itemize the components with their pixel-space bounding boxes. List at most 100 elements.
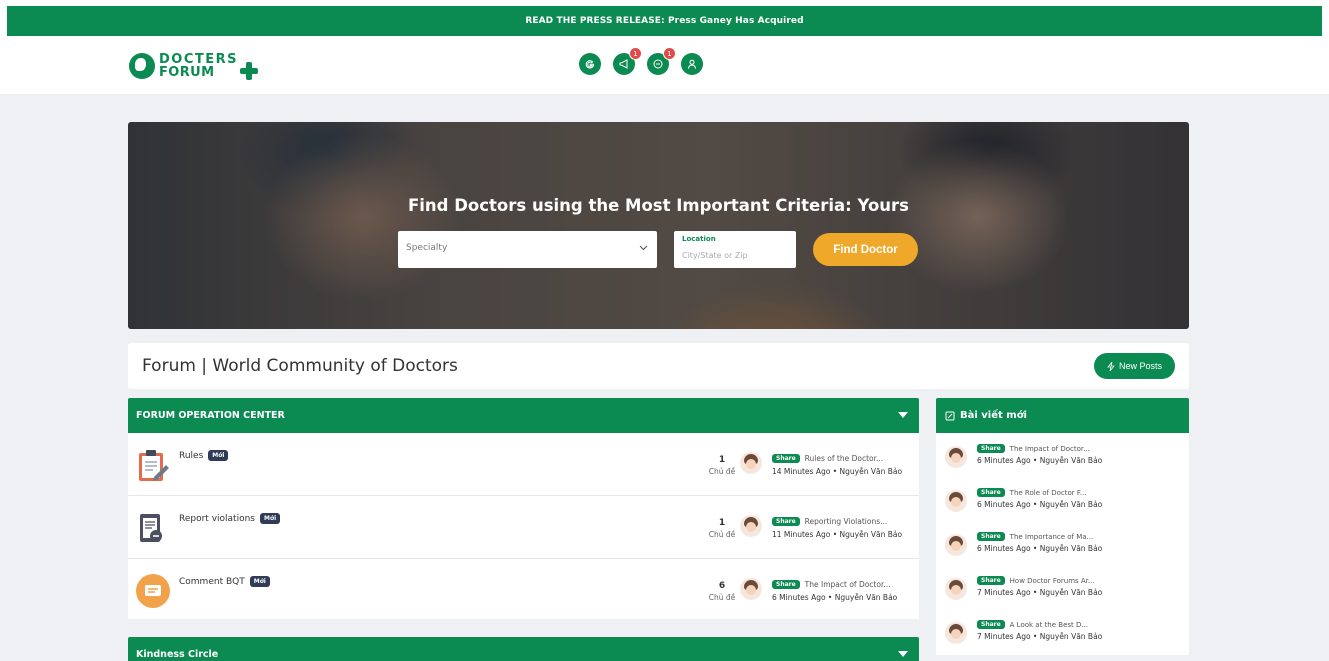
last-post-time: 6 Minutes Ago <box>772 593 826 602</box>
find-doctor-button[interactable]: Find Doctor <box>813 233 918 266</box>
messages-button[interactable]: 1 <box>647 47 676 75</box>
location-input[interactable]: Location City/State or Zip <box>674 231 796 268</box>
location-placeholder: City/State or Zip <box>682 251 748 260</box>
share-tag: Share <box>772 580 800 589</box>
specialty-select[interactable]: Specialty <box>398 231 657 268</box>
last-post-author[interactable]: Nguyễn Văn Bảo <box>835 593 898 602</box>
comment-bubble-icon <box>136 574 170 608</box>
topic-count: 1 Chủ đề <box>708 518 736 539</box>
avatar[interactable] <box>945 446 967 468</box>
last-post-title[interactable]: Reporting Violations... <box>805 517 888 526</box>
last-post: Share Rules of the Doctor... 14 Minutes A… <box>772 454 903 476</box>
post-author[interactable]: Nguyễn Văn Bảo <box>1040 500 1103 509</box>
avatar[interactable] <box>740 578 762 600</box>
avatar[interactable] <box>945 578 967 600</box>
announcements-button[interactable]: 1 <box>613 47 642 75</box>
last-post-title[interactable]: The Impact of Doctor... <box>805 580 891 589</box>
new-badge: Mới <box>249 576 270 587</box>
last-post-title[interactable]: Rules of the Doctor... <box>805 454 884 463</box>
last-post: Share Reporting Violations... 11 Minutes … <box>772 517 903 539</box>
hero-title: Find Doctors using the Most Important Cr… <box>407 196 909 215</box>
forum-row-report-violations[interactable]: Report violations Mới 1 Chủ đề Share Repo… <box>128 496 919 559</box>
clipboard-rules-icon <box>139 450 169 481</box>
post-time: 7 Minutes Ago <box>977 632 1031 641</box>
collapse-triangle-icon[interactable] <box>898 651 908 657</box>
forum-name[interactable]: Comment BQT <box>179 577 245 587</box>
share-tag: Share <box>977 444 1005 453</box>
last-post-time: 11 Minutes Ago <box>772 530 831 539</box>
announcements-badge: 1 <box>629 47 642 60</box>
lightning-icon <box>1107 361 1115 371</box>
avatar[interactable] <box>945 534 967 556</box>
megaphone-icon <box>619 59 628 69</box>
user-icon <box>688 59 696 69</box>
header-actions: 1 1 <box>579 47 703 75</box>
topic-count: 1 Chủ đề <box>708 455 736 476</box>
post-author[interactable]: Nguyễn Văn Bảo <box>1040 632 1103 641</box>
topic-count: 6 Chủ đề <box>708 581 736 602</box>
share-tag: Share <box>977 576 1005 585</box>
share-tag: Share <box>977 620 1005 629</box>
last-post-author[interactable]: Nguyễn Văn Bảo <box>840 467 903 476</box>
globe-icon <box>129 53 155 79</box>
section-header-operation-center[interactable]: FORUM OPERATION CENTER <box>128 398 919 433</box>
post-title[interactable]: A Look at the Best D... <box>1010 621 1088 629</box>
medical-cross-icon <box>240 62 259 80</box>
post-author[interactable]: Nguyễn Văn Bảo <box>1040 588 1103 597</box>
last-post-author[interactable]: Nguyễn Văn Bảo <box>840 530 903 539</box>
edit-document-icon <box>945 411 955 420</box>
sidebar-header: Bài viết mới <box>936 398 1189 433</box>
logo-line-2: FORUM <box>159 65 215 80</box>
forum-row-rules[interactable]: Rules Mới 1 Chủ đề Share Rules of the Doc… <box>128 433 919 496</box>
location-label: Location <box>682 235 716 243</box>
forum-row-comment-bqt[interactable]: Comment BQT Mới 6 Chủ đề Share The Impact… <box>128 559 919 619</box>
section-title: Kindness Circle <box>136 649 219 660</box>
post-title[interactable]: The Importance of Ma... <box>1010 533 1094 541</box>
post-time: 6 Minutes Ago <box>977 544 1031 553</box>
avatar[interactable] <box>945 490 967 512</box>
new-badge: Mới <box>208 450 229 461</box>
press-release-banner[interactable]: READ THE PRESS RELEASE: Press Ganey Has … <box>7 6 1322 36</box>
post-time: 6 Minutes Ago <box>977 500 1031 509</box>
share-tag: Share <box>977 488 1005 497</box>
google-icon <box>585 60 595 69</box>
post-author[interactable]: Nguyễn Văn Bảo <box>1040 544 1103 553</box>
last-post-time: 14 Minutes Ago <box>772 467 831 476</box>
forum-name[interactable]: Report violations <box>179 514 255 524</box>
forum-list: Rules Mới 1 Chủ đề Share Rules of the Doc… <box>128 433 919 619</box>
post-time: 7 Minutes Ago <box>977 588 1031 597</box>
share-tag: Share <box>977 532 1005 541</box>
collapse-triangle-icon[interactable] <box>898 412 908 418</box>
hero-search-banner: Find Doctors using the Most Important Cr… <box>128 122 1189 329</box>
post-time: 6 Minutes Ago <box>977 456 1031 465</box>
avatar[interactable] <box>945 622 967 644</box>
avatar[interactable] <box>740 515 762 537</box>
new-posts-button[interactable]: New Posts <box>1093 353 1175 379</box>
page-title: Forum | World Community of Doctors <box>142 356 458 376</box>
avatar[interactable] <box>740 452 762 474</box>
new-posts-label: New Posts <box>1118 361 1162 371</box>
messages-badge: 1 <box>663 47 676 60</box>
post-title[interactable]: How Doctor Forums Ar... <box>1010 577 1095 585</box>
chat-icon <box>653 59 663 69</box>
post-title[interactable]: The Role of Doctor F... <box>1010 489 1087 497</box>
forum-name[interactable]: Rules <box>179 451 203 461</box>
post-title[interactable]: The Impact of Doctor... <box>1010 445 1090 453</box>
sidebar-title: Bài viết mới <box>960 410 1027 421</box>
user-profile-button[interactable] <box>681 53 703 75</box>
site-logo[interactable]: DOCTERS FORUM <box>129 48 259 84</box>
report-document-icon <box>140 514 162 542</box>
share-tag: Share <box>772 517 800 526</box>
share-tag: Share <box>772 454 800 463</box>
post-author[interactable]: Nguyễn Văn Bảo <box>1040 456 1103 465</box>
new-badge: Mới <box>259 513 281 524</box>
specialty-placeholder: Specialty <box>406 243 448 253</box>
chevron-down-icon <box>639 245 648 251</box>
site-header: DOCTERS FORUM 1 1 <box>0 36 1329 94</box>
sidebar-latest-posts: Share The Impact of Doctor... 6 Minutes A… <box>936 433 1189 655</box>
google-login-button[interactable] <box>579 53 601 75</box>
forum-title-bar: Forum | World Community of Doctors New P… <box>128 343 1189 389</box>
last-post: Share The Impact of Doctor... 6 Minutes A… <box>772 580 898 602</box>
section-header-kindness-circle[interactable]: Kindness Circle <box>128 637 919 661</box>
section-title: FORUM OPERATION CENTER <box>136 410 285 421</box>
